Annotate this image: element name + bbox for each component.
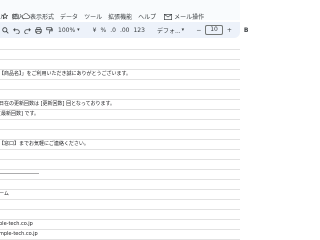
- table-row[interactable]: [0, 50, 240, 60]
- menu-item-extensions[interactable]: 拡張機能: [108, 12, 132, 21]
- table-row[interactable]: [最新回数] です。: [0, 110, 240, 120]
- number-format-button[interactable]: 123: [133, 27, 144, 34]
- table-row[interactable]: ple-tech.co.jp: [0, 220, 240, 230]
- zoom-value: 100%: [58, 26, 76, 34]
- bold-button[interactable]: B: [244, 27, 249, 34]
- menu-bar: ル 挿入 表示形式 データ ツール 拡張機能 ヘルプ メール操作: [0, 12, 240, 21]
- cell-text: 日在の更新回数は [更新回数] 回となっております。: [0, 101, 116, 107]
- search-menus-icon[interactable]: [2, 26, 9, 34]
- table-row[interactable]: [0, 180, 240, 190]
- menu-item-format-partial[interactable]: ル: [0, 12, 6, 21]
- table-row[interactable]: [0, 210, 240, 220]
- title-icons: [0, 3, 30, 20]
- table-row[interactable]: [0, 60, 240, 70]
- undo-icon[interactable]: [13, 27, 20, 34]
- redo-icon[interactable]: [24, 27, 31, 34]
- menu-item-tools[interactable]: ツール: [84, 12, 102, 21]
- increase-decimal-button[interactable]: .00: [120, 27, 130, 34]
- font-size-input[interactable]: 10: [205, 25, 223, 35]
- table-row[interactable]: [0, 90, 240, 100]
- cell-text: ple-tech.co.jp: [0, 221, 33, 227]
- cell-text: 【窓口】までお気軽にご連絡ください。: [0, 141, 89, 147]
- percent-format-button[interactable]: %: [101, 27, 107, 34]
- table-row[interactable]: 【商品名】」をご利用いただき誠にありがとうございます。: [0, 70, 240, 80]
- star-icon[interactable]: [1, 4, 9, 20]
- table-row[interactable]: mple-tech.co.jp: [0, 230, 240, 240]
- menu-item-help[interactable]: ヘルプ: [138, 12, 156, 21]
- chevron-down-icon: ▾: [77, 27, 80, 33]
- mail-actions-label: メール操作: [174, 14, 205, 21]
- table-row[interactable]: ーム: [0, 190, 240, 200]
- zoom-select[interactable]: 100% ▾: [57, 27, 81, 34]
- font-value: デフォ...: [156, 27, 181, 35]
- table-row[interactable]: 【窓口】までお気軽にご連絡ください。: [0, 140, 240, 150]
- menu-item-data[interactable]: データ: [60, 12, 78, 21]
- chevron-down-icon: ▾: [181, 27, 185, 33]
- table-row[interactable]: [0, 150, 240, 160]
- mail-icon: [164, 13, 173, 20]
- increase-font-size-button[interactable]: +: [227, 27, 232, 34]
- table-row[interactable]: [0, 120, 240, 130]
- paint-format-icon[interactable]: [46, 26, 53, 34]
- menu-item-insert[interactable]: 挿入: [12, 12, 24, 21]
- cell-text: 【商品名】」をご利用いただき誠にありがとうございます。: [0, 71, 132, 77]
- menu-item-format[interactable]: 表示形式: [30, 12, 54, 21]
- table-row[interactable]: [0, 40, 240, 50]
- toolbar: 100% ▾ ¥ % .0 .00 123 デフォ... ▾ − 10 + B: [0, 22, 248, 38]
- table-row[interactable]: [0, 160, 240, 170]
- print-icon[interactable]: [35, 26, 42, 34]
- move-to-folder-icon[interactable]: [12, 4, 19, 19]
- cell-text: ――――――――: [0, 171, 39, 177]
- currency-format-button[interactable]: ¥: [93, 27, 97, 34]
- table-row[interactable]: ――――――――: [0, 170, 240, 180]
- cell-text: mple-tech.co.jp: [0, 231, 38, 237]
- cloud-saved-icon[interactable]: [22, 4, 30, 19]
- decrease-font-size-button[interactable]: −: [196, 27, 201, 34]
- table-row[interactable]: [0, 200, 240, 210]
- table-row[interactable]: 日在の更新回数は [更新回数] 回となっております。: [0, 100, 240, 110]
- cell-text: ーム: [0, 191, 9, 197]
- menu-item-mail-actions[interactable]: メール操作: [162, 12, 206, 21]
- table-row[interactable]: [0, 130, 240, 140]
- cell-text: [最新回数] です。: [0, 111, 39, 117]
- decrease-decimal-button[interactable]: .0: [110, 27, 116, 34]
- font-select[interactable]: デフォ... ▾: [157, 26, 184, 35]
- table-row[interactable]: [0, 80, 240, 90]
- spreadsheet-grid[interactable]: 【商品名】」をご利用いただき誠にありがとうございます。 日在の更新回数は [更新…: [0, 40, 240, 240]
